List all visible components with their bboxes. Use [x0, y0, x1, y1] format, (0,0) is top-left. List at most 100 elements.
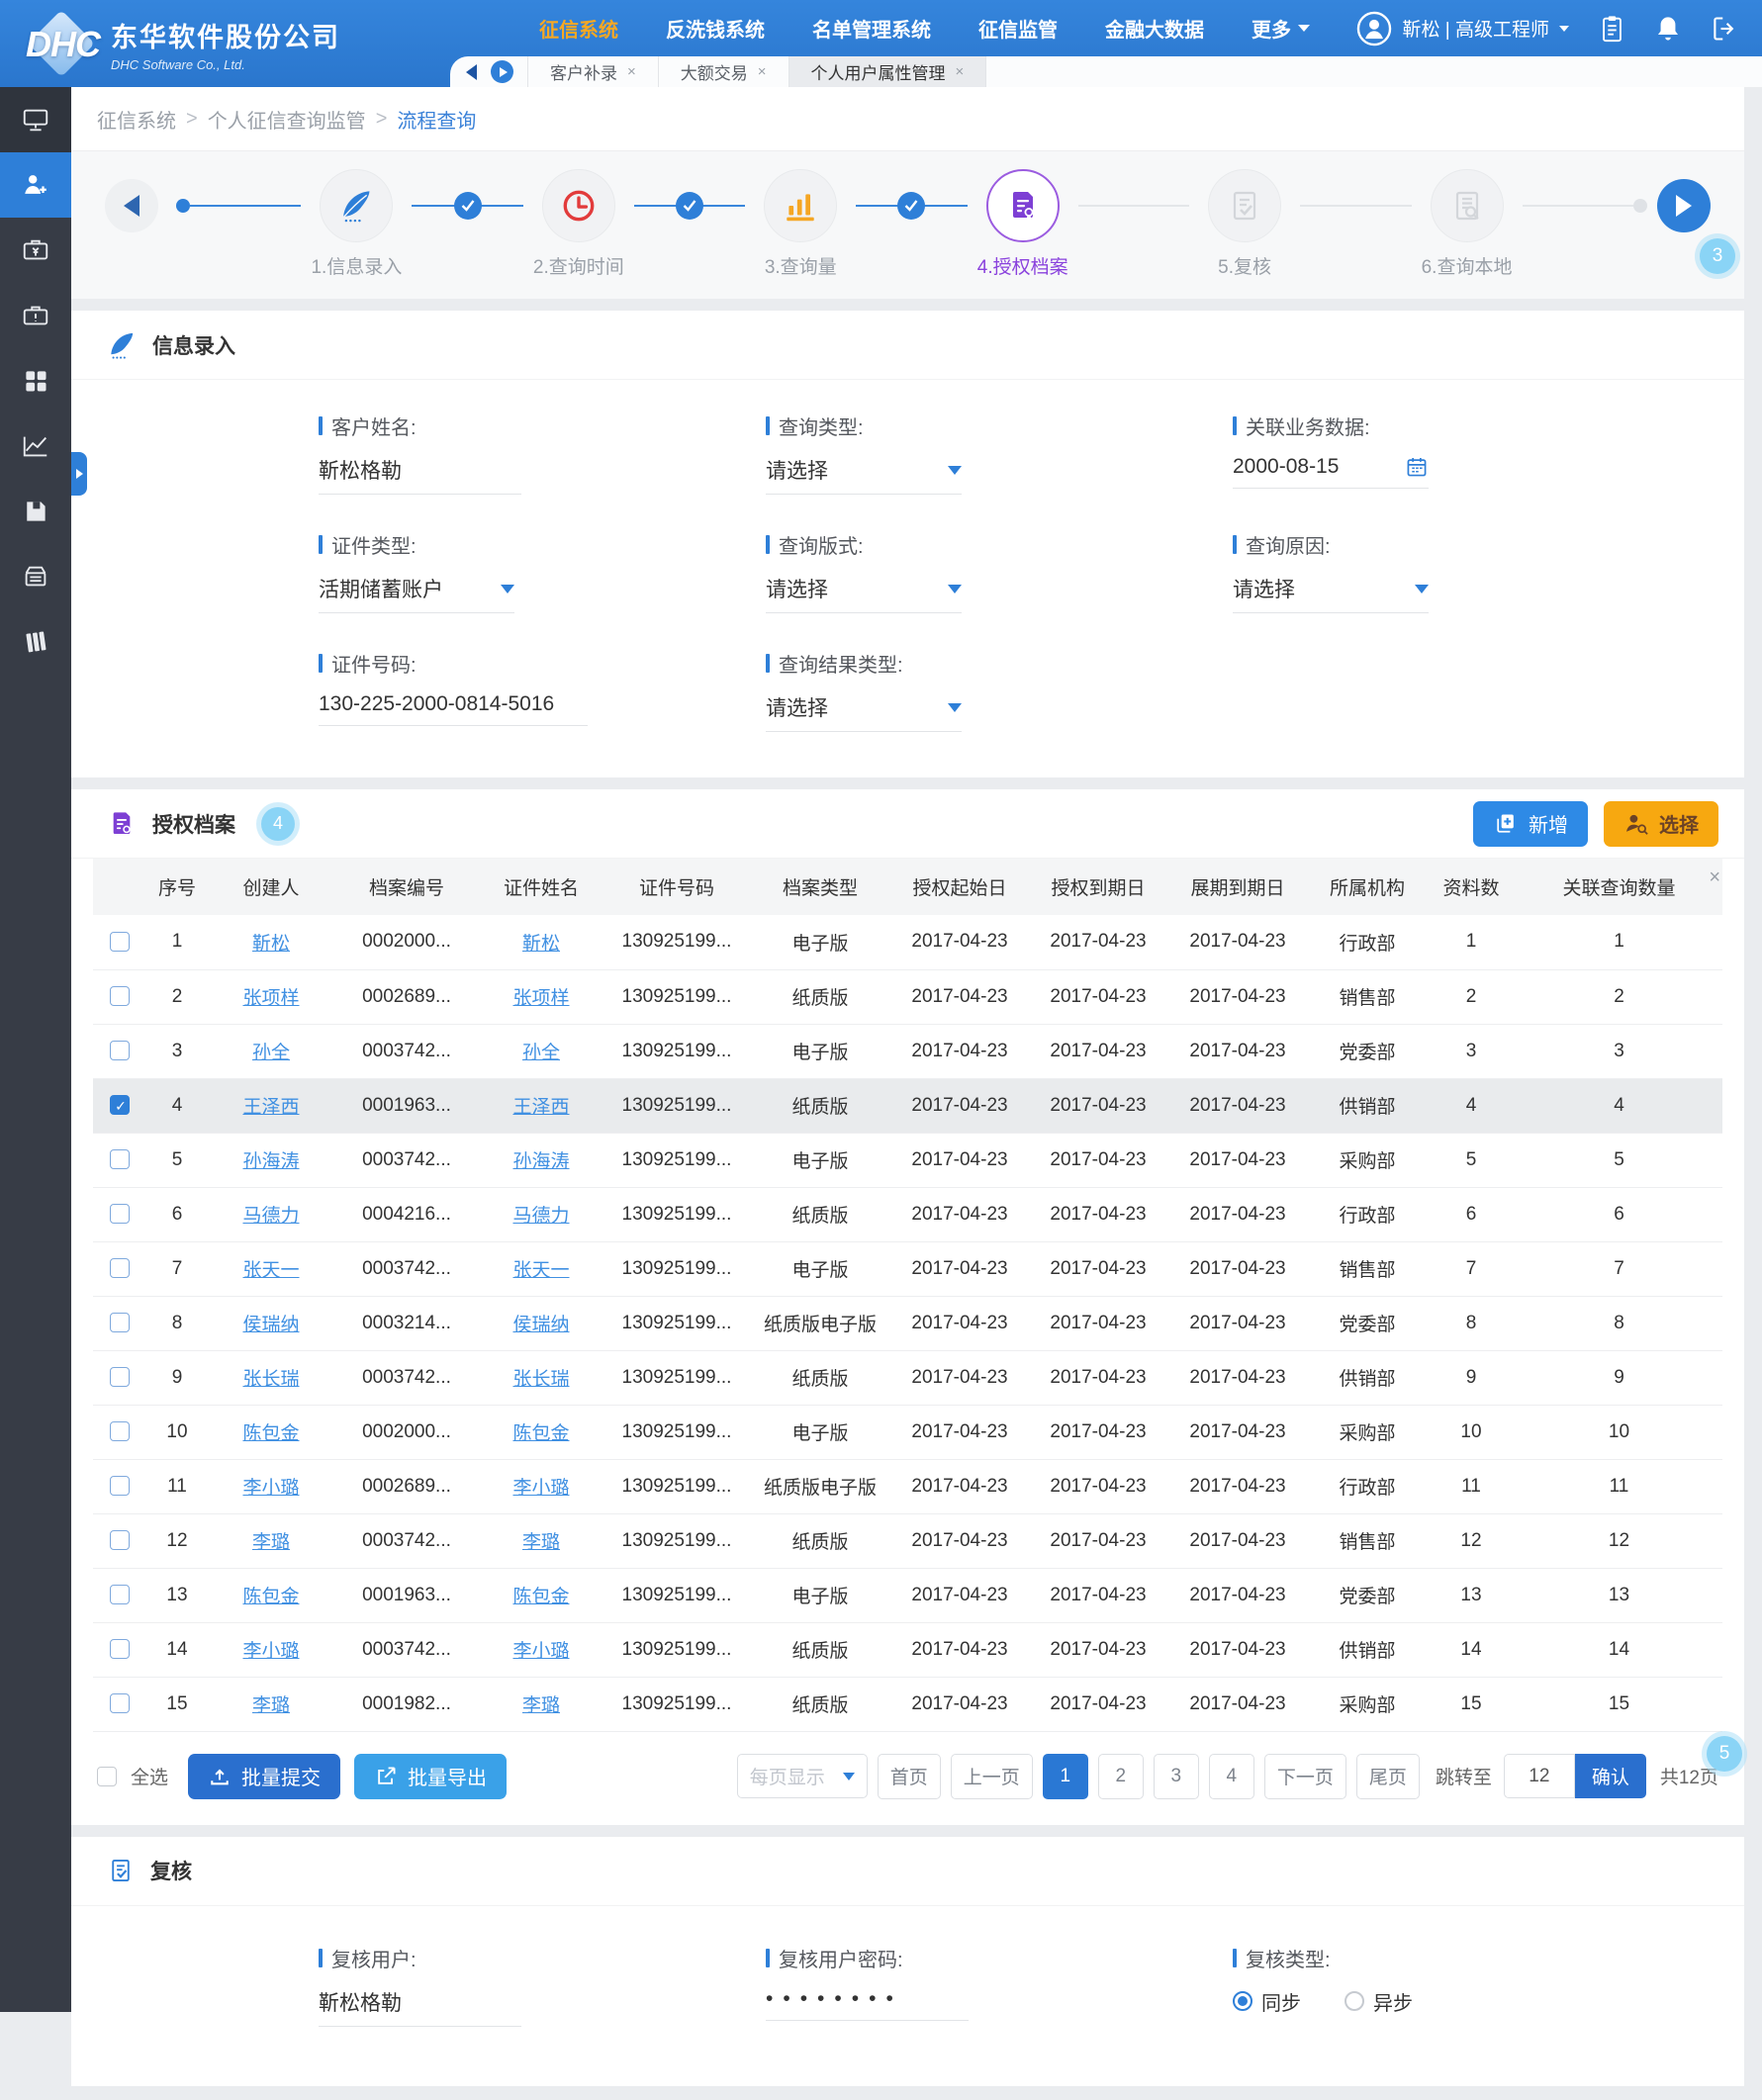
jump-page-input[interactable]	[1504, 1754, 1575, 1798]
close-icon[interactable]: ×	[1709, 867, 1720, 889]
add-button[interactable]: 新增	[1473, 801, 1588, 847]
creator-link[interactable]: 李小璐	[242, 1478, 299, 1499]
tab-customer-supplement[interactable]: 客户补录×	[527, 56, 658, 87]
tab-close-icon[interactable]: ×	[758, 63, 767, 80]
cert-no-input[interactable]: 130-225-2000-0814-5016	[319, 692, 588, 726]
review-user-input[interactable]: 靳松格勒	[319, 1987, 521, 2027]
sidebar-item-monitor[interactable]	[0, 87, 71, 152]
nav-item-credit-regulation[interactable]: 征信监管	[978, 14, 1058, 43]
page-button-2[interactable]: 2	[1098, 1754, 1144, 1799]
row-checkbox[interactable]	[110, 1204, 130, 1224]
nav-item-list-management[interactable]: 名单管理系统	[812, 14, 931, 43]
tab-personal-user-attributes[interactable]: 个人用户属性管理×	[788, 56, 987, 87]
row-checkbox[interactable]	[110, 1530, 130, 1550]
nav-item-credit-system[interactable]: 征信系统	[539, 14, 618, 43]
sidebar-item-save-book[interactable]	[0, 479, 71, 544]
creator-link[interactable]: 张天一	[242, 1260, 299, 1281]
stepper-back-button[interactable]	[105, 179, 158, 232]
table-row[interactable]: 10 陈包金 0002000... 陈包金 130925199... 电子版 2…	[93, 1405, 1722, 1459]
breadcrumb-item[interactable]: 征信系统	[97, 105, 176, 134]
creator-link[interactable]: 李璐	[252, 1532, 290, 1553]
nav-item-more[interactable]: 更多	[1252, 14, 1310, 43]
cert-name-link[interactable]: 李璐	[522, 1695, 560, 1716]
sidebar-item-person-query[interactable]	[0, 152, 71, 218]
table-row[interactable]: 5 孙海涛 0003742... 孙海涛 130925199... 电子版 20…	[93, 1133, 1722, 1187]
table-row[interactable]: 15 李璐 0001982... 李璐 130925199... 纸质版 201…	[93, 1677, 1722, 1731]
cert-name-link[interactable]: 李小璐	[512, 1641, 569, 1662]
table-row[interactable]: 14 李小璐 0003742... 李小璐 130925199... 纸质版 2…	[93, 1622, 1722, 1677]
cert-name-link[interactable]: 靳松	[522, 934, 560, 955]
row-checkbox[interactable]	[110, 1585, 130, 1604]
row-checkbox[interactable]	[110, 1421, 130, 1441]
tab-close-icon[interactable]: ×	[627, 63, 636, 80]
page-button-4[interactable]: 4	[1209, 1754, 1254, 1799]
creator-link[interactable]: 陈包金	[242, 1423, 299, 1444]
sidebar-expand-handle[interactable]	[71, 452, 87, 496]
row-checkbox[interactable]	[110, 1258, 130, 1278]
creator-link[interactable]: 马德力	[242, 1206, 299, 1227]
table-row[interactable]: 3 孙全 0003742... 孙全 130925199... 电子版 2017…	[93, 1024, 1722, 1078]
step-info-entry[interactable]: 1.信息录入	[301, 169, 412, 279]
breadcrumb-item[interactable]: 个人征信查询监管	[208, 105, 366, 134]
result-type-select[interactable]: 请选择	[766, 692, 962, 732]
creator-link[interactable]: 王泽西	[242, 1097, 299, 1118]
nav-item-aml-system[interactable]: 反洗钱系统	[666, 14, 765, 43]
row-checkbox[interactable]	[110, 1693, 130, 1713]
row-checkbox[interactable]	[110, 1639, 130, 1659]
select-button[interactable]: 选择	[1604, 801, 1718, 847]
creator-link[interactable]: 孙海涛	[242, 1151, 299, 1172]
cert-name-link[interactable]: 李小璐	[512, 1478, 569, 1499]
nav-item-big-data[interactable]: 金融大数据	[1105, 14, 1204, 43]
cert-name-link[interactable]: 李璐	[522, 1532, 560, 1553]
creator-link[interactable]: 孙全	[252, 1043, 290, 1063]
creator-link[interactable]: 张项样	[242, 988, 299, 1009]
table-row[interactable]: 1 靳松 0002000... 靳松 130925199... 电子版 2017…	[93, 915, 1722, 969]
user-menu[interactable]: 靳松 | 高级工程师	[1355, 10, 1570, 47]
review-password-input[interactable]: ••••••••	[766, 1987, 969, 2021]
per-page-select[interactable]: 每页显示	[737, 1754, 868, 1798]
table-row[interactable]: 8 侯瑞纳 0003214... 侯瑞纳 130925199... 纸质版电子版…	[93, 1296, 1722, 1350]
tabs-back-icon[interactable]	[466, 64, 477, 80]
cert-name-link[interactable]: 孙全	[522, 1043, 560, 1063]
cert-name-link[interactable]: 陈包金	[512, 1423, 569, 1444]
tabs-forward-icon[interactable]	[491, 60, 513, 83]
batch-export-button[interactable]: 批量导出	[354, 1754, 507, 1799]
creator-link[interactable]: 靳松	[252, 934, 290, 955]
creator-link[interactable]: 张长瑞	[242, 1369, 299, 1390]
first-page-button[interactable]: 首页	[878, 1754, 941, 1799]
related-data-date-input[interactable]: 2000-08-15	[1233, 455, 1429, 489]
table-row[interactable]: 6 马德力 0004216... 马德力 130925199... 纸质版 20…	[93, 1187, 1722, 1241]
row-checkbox[interactable]	[110, 932, 130, 952]
row-checkbox[interactable]	[110, 1476, 130, 1496]
row-checkbox[interactable]	[110, 1367, 130, 1387]
step-query-time[interactable]: 2.查询时间	[523, 169, 634, 279]
step-query-local[interactable]: 6.查询本地	[1412, 169, 1523, 279]
row-checkbox[interactable]	[110, 1041, 130, 1060]
query-format-select[interactable]: 请选择	[766, 574, 962, 613]
customer-name-input[interactable]: 靳松格勒	[319, 455, 521, 495]
sidebar-item-money-case[interactable]	[0, 218, 71, 283]
table-row[interactable]: 11 李小璐 0002689... 李小璐 130925199... 纸质版电子…	[93, 1459, 1722, 1513]
creator-link[interactable]: 李璐	[252, 1695, 290, 1716]
row-checkbox[interactable]	[110, 1149, 130, 1169]
radio-async[interactable]: 异步	[1345, 1987, 1413, 2016]
table-row[interactable]: 2 张项样 0002689... 张项样 130925199... 纸质版 20…	[93, 969, 1722, 1024]
sidebar-item-trend-chart[interactable]	[0, 413, 71, 479]
table-row[interactable]: 7 张天一 0003742... 张天一 130925199... 电子版 20…	[93, 1241, 1722, 1296]
stepper-next-button[interactable]	[1657, 179, 1711, 232]
table-row[interactable]: 13 陈包金 0001963... 陈包金 130925199... 电子版 2…	[93, 1568, 1722, 1622]
cert-name-link[interactable]: 王泽西	[512, 1097, 569, 1118]
query-type-select[interactable]: 请选择	[766, 455, 962, 495]
confirm-button[interactable]: 确认	[1575, 1754, 1646, 1798]
query-reason-select[interactable]: 请选择	[1233, 574, 1429, 613]
table-row[interactable]: 12 李璐 0003742... 李璐 130925199... 纸质版 201…	[93, 1513, 1722, 1568]
step-authorization-archive[interactable]: 4.授权档案	[968, 169, 1078, 279]
row-checkbox[interactable]	[110, 1313, 130, 1332]
cert-name-link[interactable]: 马德力	[512, 1206, 569, 1227]
table-row[interactable]: 4 王泽西 0001963... 王泽西 130925199... 纸质版 20…	[93, 1078, 1722, 1133]
row-checkbox[interactable]	[110, 986, 130, 1006]
cert-name-link[interactable]: 陈包金	[512, 1587, 569, 1607]
step-query-volume[interactable]: 3.查询量	[745, 169, 856, 279]
table-row[interactable]: 9 张长瑞 0003742... 张长瑞 130925199... 纸质版 20…	[93, 1350, 1722, 1405]
sidebar-item-cabinet[interactable]	[0, 544, 71, 609]
